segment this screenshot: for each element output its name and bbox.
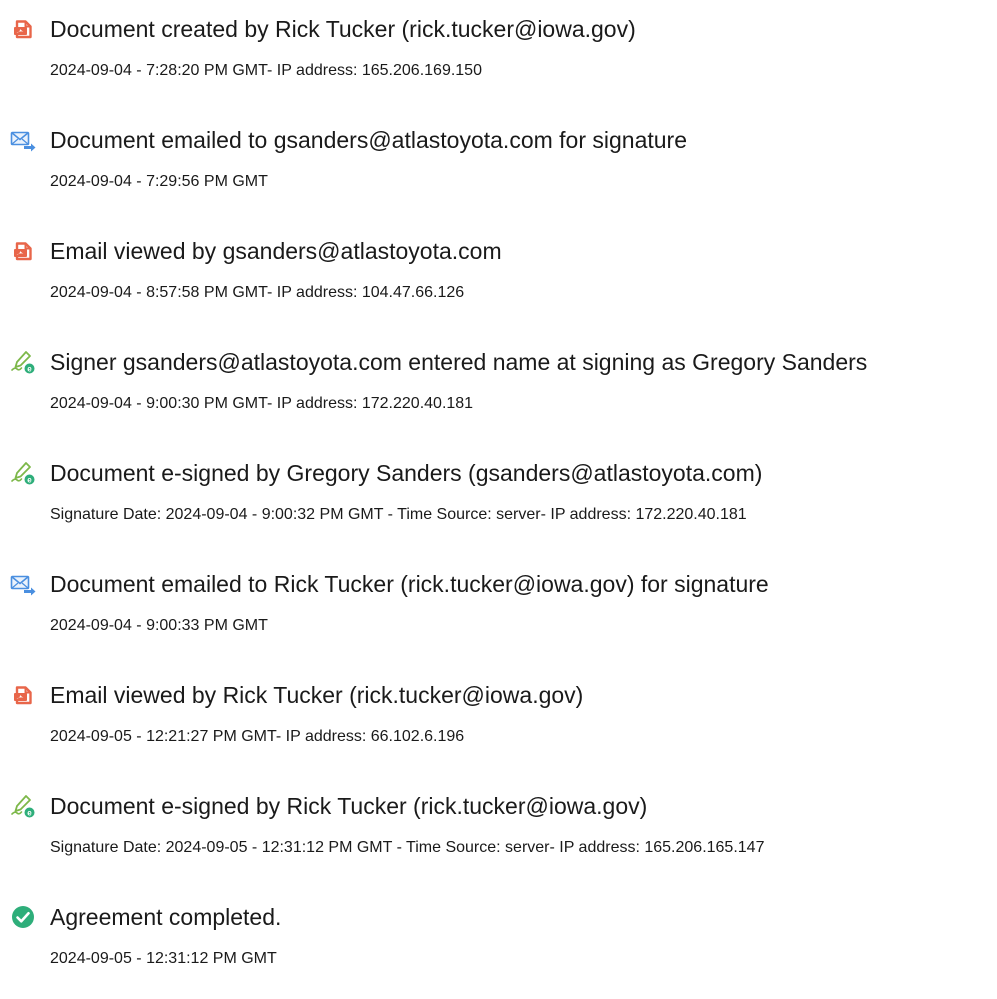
- event-detail: 2024-09-04 - 8:57:58 PM GMT- IP address:…: [50, 284, 465, 301]
- event-detail: 2024-09-05 - 12:31:12 PM GMT: [50, 950, 277, 967]
- history-event: Agreement completed. 2024-09-05 - 12:31:…: [0, 903, 997, 983]
- history-event: Document emailed to Rick Tucker (rick.tu…: [0, 570, 997, 650]
- event-title: Document e-signed by Rick Tucker (rick.t…: [50, 793, 648, 819]
- document-icon: [9, 681, 37, 709]
- event-title: Agreement completed.: [50, 904, 282, 930]
- svg-text:e: e: [27, 476, 32, 485]
- event-detail: 2024-09-04 - 9:00:30 PM GMT- IP address:…: [50, 395, 474, 412]
- event-title: Signer gsanders@atlastoyota.com entered …: [50, 349, 868, 375]
- history-event: Document emailed to gsanders@atlastoyota…: [0, 126, 997, 206]
- history-event: e Signer gsanders@atlastoyota.com entere…: [0, 348, 997, 428]
- history-event: Email viewed by gsanders@atlastoyota.com…: [0, 237, 997, 317]
- event-detail: Signature Date: 2024-09-05 - 12:31:12 PM…: [50, 839, 765, 856]
- event-detail: 2024-09-04 - 9:00:33 PM GMT: [50, 617, 268, 634]
- signature-icon: e: [9, 459, 37, 487]
- history-event: e Document e-signed by Gregory Sanders (…: [0, 459, 997, 539]
- checkmark-icon: [9, 903, 37, 931]
- document-icon: [9, 237, 37, 265]
- svg-text:e: e: [27, 809, 32, 818]
- event-title: Document emailed to gsanders@atlastoyota…: [50, 127, 688, 153]
- event-detail: Signature Date: 2024-09-04 - 9:00:32 PM …: [50, 506, 747, 523]
- history-event: Document created by Rick Tucker (rick.tu…: [0, 15, 997, 95]
- event-title: Document created by Rick Tucker (rick.tu…: [50, 16, 636, 42]
- event-detail: 2024-09-04 - 7:28:20 PM GMT- IP address:…: [50, 62, 482, 79]
- event-detail: 2024-09-05 - 12:21:27 PM GMT- IP address…: [50, 728, 465, 745]
- event-detail: 2024-09-04 - 7:29:56 PM GMT: [50, 173, 268, 190]
- svg-text:e: e: [27, 365, 32, 374]
- email-icon: [9, 570, 37, 598]
- signature-icon: e: [9, 792, 37, 820]
- document-icon: [9, 15, 37, 43]
- email-icon: [9, 126, 37, 154]
- event-title: Document e-signed by Gregory Sanders (gs…: [50, 460, 763, 486]
- history-event: Email viewed by Rick Tucker (rick.tucker…: [0, 681, 997, 761]
- signature-icon: e: [9, 348, 37, 376]
- event-title: Email viewed by Rick Tucker (rick.tucker…: [50, 682, 584, 708]
- event-title: Email viewed by gsanders@atlastoyota.com: [50, 238, 502, 264]
- event-title: Document emailed to Rick Tucker (rick.tu…: [50, 571, 769, 597]
- history-event: e Document e-signed by Rick Tucker (rick…: [0, 792, 997, 872]
